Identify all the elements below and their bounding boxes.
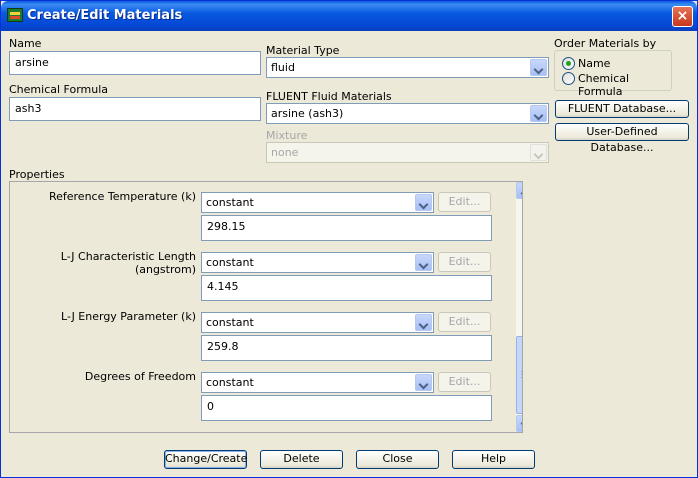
reference-temperature-input[interactable]: 298.15 [201,215,492,241]
order-materials-group: Name Chemical Formula [554,50,672,98]
create-edit-materials-dialog: Create/Edit Materials × Name arsine Chem… [0,0,698,478]
mixture-value: none [271,146,299,159]
name-label: Name [9,37,42,50]
properties-scrollbar[interactable] [516,182,522,432]
properties-panel: Reference Temperature (k) constant Edit.… [9,181,523,433]
prop-label-lj-length: L-J Characteristic Length (angstrom) [60,250,196,276]
grip-line [521,377,522,378]
title-bar[interactable]: Create/Edit Materials × [1,1,697,31]
help-button[interactable]: Help [452,450,535,469]
material-type-value: fluid [271,61,295,74]
order-by-name-radio[interactable] [562,57,575,70]
grip-line [521,371,522,372]
chevron-down-icon[interactable] [530,105,547,122]
window-title: Create/Edit Materials [27,8,183,23]
lj-energy-method-value: constant [206,316,254,329]
scrollbar-thumb[interactable] [516,336,522,414]
chevron-down-icon[interactable] [415,254,432,271]
fluent-fluid-materials-label: FLUENT Fluid Materials [266,90,392,103]
order-materials-label: Order Materials by [554,37,657,50]
user-defined-database-button[interactable]: User-Defined Database... [555,123,689,154]
lj-length-method-select[interactable]: constant [201,252,434,273]
chemical-formula-input[interactable]: ash3 [9,97,261,121]
chevron-down-icon[interactable] [415,374,432,391]
mixture-label: Mixture [266,129,308,142]
reference-temperature-method-select[interactable]: constant [201,192,434,213]
change-create-button[interactable]: Change/Create [164,450,247,469]
chevron-down-icon[interactable] [530,59,547,76]
material-type-select[interactable]: fluid [266,57,549,78]
degrees-of-freedom-method-select[interactable]: constant [201,372,434,393]
lj-energy-input[interactable]: 259.8 [201,335,492,361]
grip-line [521,374,522,375]
scroll-up-arrow-icon[interactable] [516,182,522,199]
prop-label-reference-temperature: Reference Temperature (k) [48,190,196,203]
close-button[interactable]: Close [356,450,439,469]
scroll-down-arrow-icon[interactable] [516,415,522,432]
lj-length-method-value: constant [206,256,254,269]
reference-temperature-edit-button[interactable]: Edit... [438,192,491,212]
degrees-of-freedom-input[interactable]: 0 [201,395,492,421]
fluent-database-button[interactable]: FLUENT Database... [555,100,689,118]
order-by-name-label: Name [578,57,611,70]
chemical-formula-label: Chemical Formula [9,83,109,96]
lj-energy-edit-button[interactable]: Edit... [438,312,491,332]
properties-label: Properties [9,168,65,181]
fluent-fluid-materials-select[interactable]: arsine (ash3) [266,103,549,124]
delete-button[interactable]: Delete [260,450,343,469]
prop-label-degrees-of-freedom: Degrees of Freedom [84,370,196,383]
fluent-fluid-materials-value: arsine (ash3) [271,107,344,120]
chevron-down-icon[interactable] [415,194,432,211]
lj-length-input[interactable]: 4.145 [201,275,492,301]
degrees-of-freedom-method-value: constant [206,376,254,389]
material-type-label: Material Type [266,44,340,57]
order-by-formula-radio[interactable] [562,72,575,85]
chevron-down-icon[interactable] [415,314,432,331]
lj-energy-method-select[interactable]: constant [201,312,434,333]
window-close-button[interactable]: × [672,6,693,27]
chevron-down-icon[interactable] [530,144,547,161]
degrees-of-freedom-edit-button[interactable]: Edit... [438,372,491,392]
prop-label-lj-energy: L-J Energy Parameter (k) [61,310,196,323]
fluent-app-icon [7,8,23,22]
order-by-formula-label: Chemical Formula [578,72,630,98]
mixture-select[interactable]: none [266,142,549,163]
lj-length-edit-button[interactable]: Edit... [438,252,491,272]
reference-temperature-method-value: constant [206,196,254,209]
name-input[interactable]: arsine [9,51,261,75]
